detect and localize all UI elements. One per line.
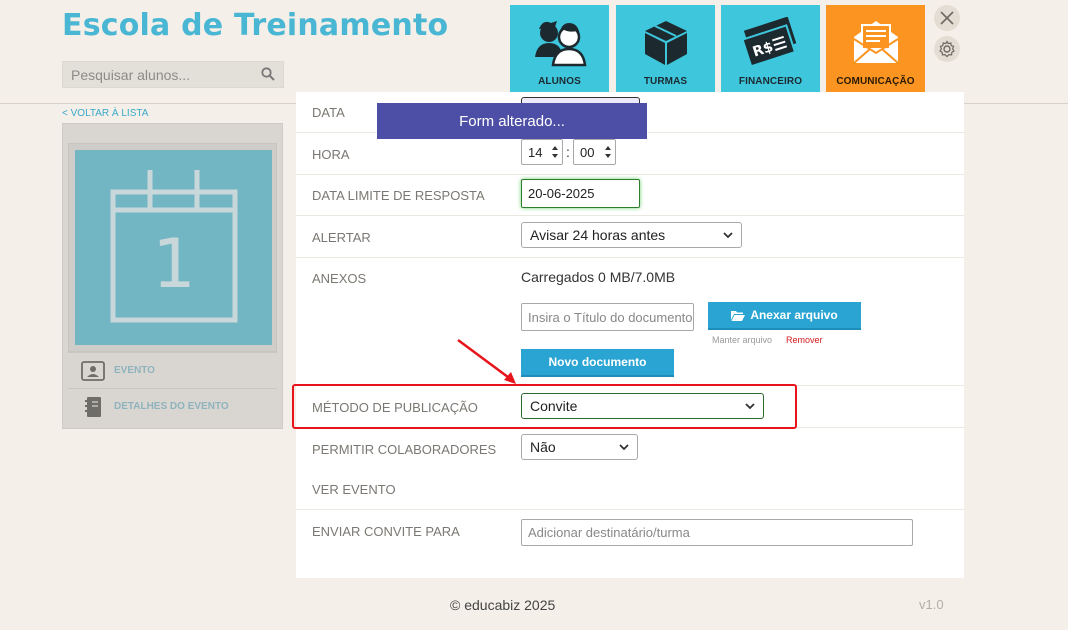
hour-value: 14 [528,144,543,160]
nav-label-alunos: ALUNOS [538,76,581,87]
attach-file-button[interactable]: Anexar arquivo [708,302,861,330]
form-changed-toast: Form alterado... [377,103,647,139]
nav-tile-financeiro[interactable]: R$ FINANCEIRO [721,5,820,97]
search-icon[interactable] [261,67,275,81]
collaborators-value: Não [530,439,556,455]
box-icon [644,21,687,65]
notebook-icon [80,394,106,420]
envelope-icon [852,21,899,64]
calendar-day: 1 [152,225,195,304]
gear-icon [939,40,955,58]
sidebar-item-label: DETALHES DO EVENTO [114,401,229,412]
field-label-data-limite: DATA LIMITE DE RESPOSTA [312,188,485,203]
row-anexos: ANEXOS Carregados 0 MB/7.0MB Insira o Tí… [296,258,964,386]
folder-open-icon [731,310,746,321]
row-colaboradores: PERMITIR COLABORADORES Não VER EVENTO [296,428,964,510]
stepper-arrows-icon[interactable] [551,144,559,160]
search-input[interactable] [63,66,253,83]
row-enviar: ENVIAR CONVITE PARA Adicionar destinatár… [296,510,964,578]
stepper-arrows-icon[interactable] [604,144,612,160]
event-sidebar: 1 EVENTO DETALHES DO EVENTO [62,123,283,429]
nav-tile-comunicacao[interactable]: COMUNICAÇÃO [826,5,925,97]
deadline-date-input[interactable]: 20-06-2025 [521,179,640,208]
event-image: 1 [75,150,272,345]
nav-label-financeiro: FINANCEIRO [738,76,803,87]
students-icon [534,21,586,67]
event-form: DATA HORA 14 : 00 DATA LIMITE DE RESPOST… [296,92,964,578]
nav-label-turmas: TURMAS [643,76,688,87]
calendar-icon: 1 [110,170,238,323]
sidebar-item-evento[interactable]: EVENTO [68,352,277,388]
field-label-enviar: ENVIAR CONVITE PARA [312,524,460,539]
field-label-colaboradores: PERMITIR COLABORADORES [312,442,497,457]
close-button[interactable] [934,5,960,31]
annotation-highlight-box [292,384,797,429]
sidebar-item-detalhes[interactable]: DETALHES DO EVENTO [68,388,277,424]
new-document-button[interactable]: Novo documento [521,349,674,377]
recipient-input[interactable]: Adicionar destinatário/turma [521,519,913,546]
collaborators-select[interactable]: Não [521,434,638,460]
field-label-ver-evento[interactable]: VER EVENTO [312,482,396,497]
chevron-down-icon [723,232,733,239]
alert-select-value: Avisar 24 horas antes [530,227,666,243]
field-label-hora: HORA [312,147,350,162]
nav-label-comunicacao: COMUNICAÇÃO [836,76,915,87]
row-data-limite: DATA LIMITE DE RESPOSTA 20-06-2025 [296,175,964,216]
remove-file-link[interactable]: Remover [786,335,823,345]
event-card: 1 [68,143,277,352]
keep-file-link[interactable]: Manter arquivo [712,335,772,345]
footer-version: v1.0 [919,597,944,612]
row-hora: HORA 14 : 00 [296,133,964,175]
time-separator: : [566,144,570,160]
back-to-list-link[interactable]: < VOLTAR À LISTA [62,108,148,119]
money-icon: R$ [740,17,796,68]
hour-stepper[interactable]: 14 [521,139,563,165]
chevron-down-icon [619,444,629,451]
row-alertar: ALERTAR Avisar 24 horas antes [296,216,964,258]
minute-value: 00 [580,144,595,160]
attach-file-label: Anexar arquivo [750,308,838,322]
document-title-input[interactable]: Insira o Título do documento [521,303,694,331]
nav-tile-alunos[interactable]: ALUNOS [510,5,609,97]
field-label-anexos: ANEXOS [312,271,367,286]
minute-stepper[interactable]: 00 [573,139,616,165]
field-label-alertar: ALERTAR [312,230,371,245]
search-box[interactable] [62,61,284,88]
app-title: Escola de Treinamento [62,8,449,43]
upload-status: Carregados 0 MB/7.0MB [521,269,676,285]
close-icon [940,11,954,25]
settings-button[interactable] [934,36,960,62]
contact-card-icon [80,358,106,384]
footer-copyright: © educabiz 2025 [450,597,556,613]
sidebar-item-label: EVENTO [114,365,155,376]
field-label-data: DATA [312,105,345,120]
nav-tile-turmas[interactable]: TURMAS [616,5,715,97]
alert-select[interactable]: Avisar 24 horas antes [521,222,742,248]
